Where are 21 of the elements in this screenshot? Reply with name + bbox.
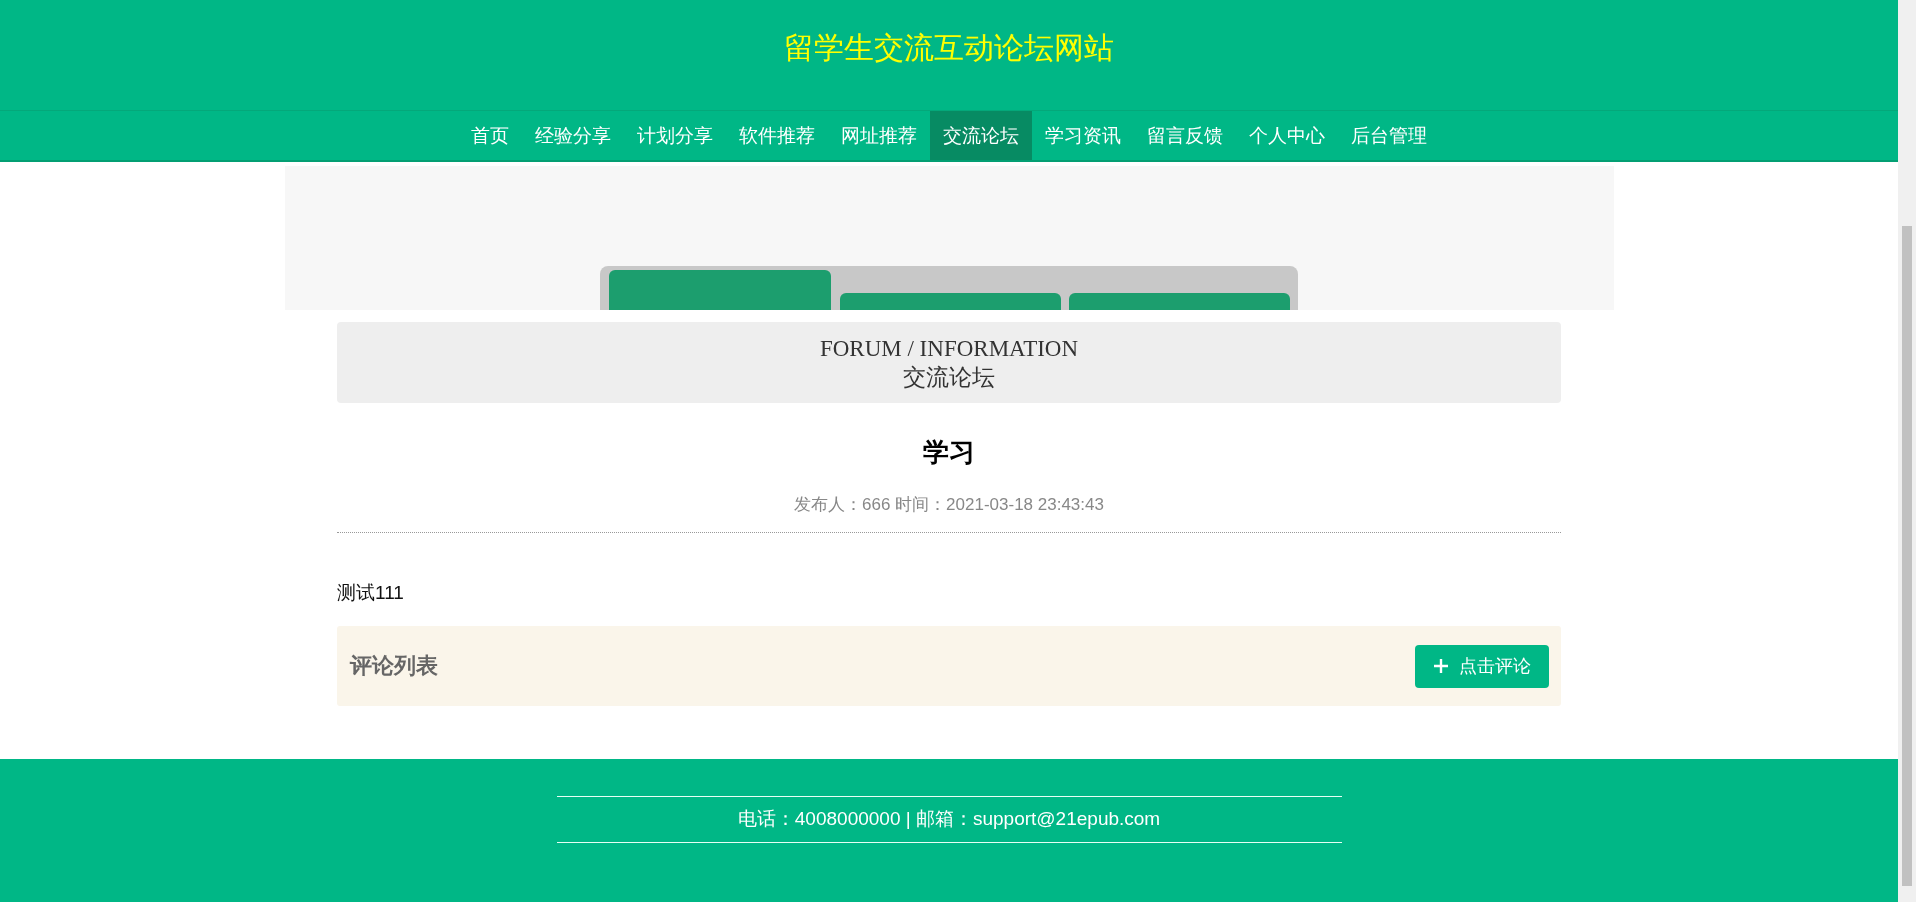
site-title: 留学生交流互动论坛网站 [784, 29, 1114, 66]
nav-link[interactable]: 网址推荐 [828, 111, 930, 160]
plus-icon [1433, 658, 1449, 674]
section-title-english: FORUM / INFORMATION [819, 334, 1079, 363]
nav-link[interactable]: 交流论坛 [930, 111, 1032, 160]
comment-list-heading: 评论列表 [350, 652, 438, 680]
section-title-chinese: 交流论坛 [903, 363, 995, 392]
nav-link[interactable]: 学习资讯 [1032, 111, 1134, 160]
nav-link[interactable]: 后台管理 [1338, 111, 1440, 160]
post-body: 测试111 [337, 581, 405, 605]
nav-link[interactable]: 留言反馈 [1134, 111, 1236, 160]
nav-link[interactable]: 个人中心 [1236, 111, 1338, 160]
footer-contact: 电话：4008000000 | 邮箱：support@21epub.com [737, 807, 1161, 831]
post-meta: 发布人：666 时间：2021-03-18 23:43:43 [337, 493, 1561, 533]
nav-link[interactable]: 经验分享 [522, 111, 624, 160]
post-title: 学习 [922, 437, 976, 467]
comment-button[interactable]: 点击评论 [1415, 644, 1549, 688]
nav-link[interactable]: 计划分享 [624, 111, 726, 160]
scrollbar[interactable] [1898, 0, 1916, 902]
nav-link[interactable]: 软件推荐 [726, 111, 828, 160]
nav-link[interactable]: 首页 [458, 111, 522, 160]
